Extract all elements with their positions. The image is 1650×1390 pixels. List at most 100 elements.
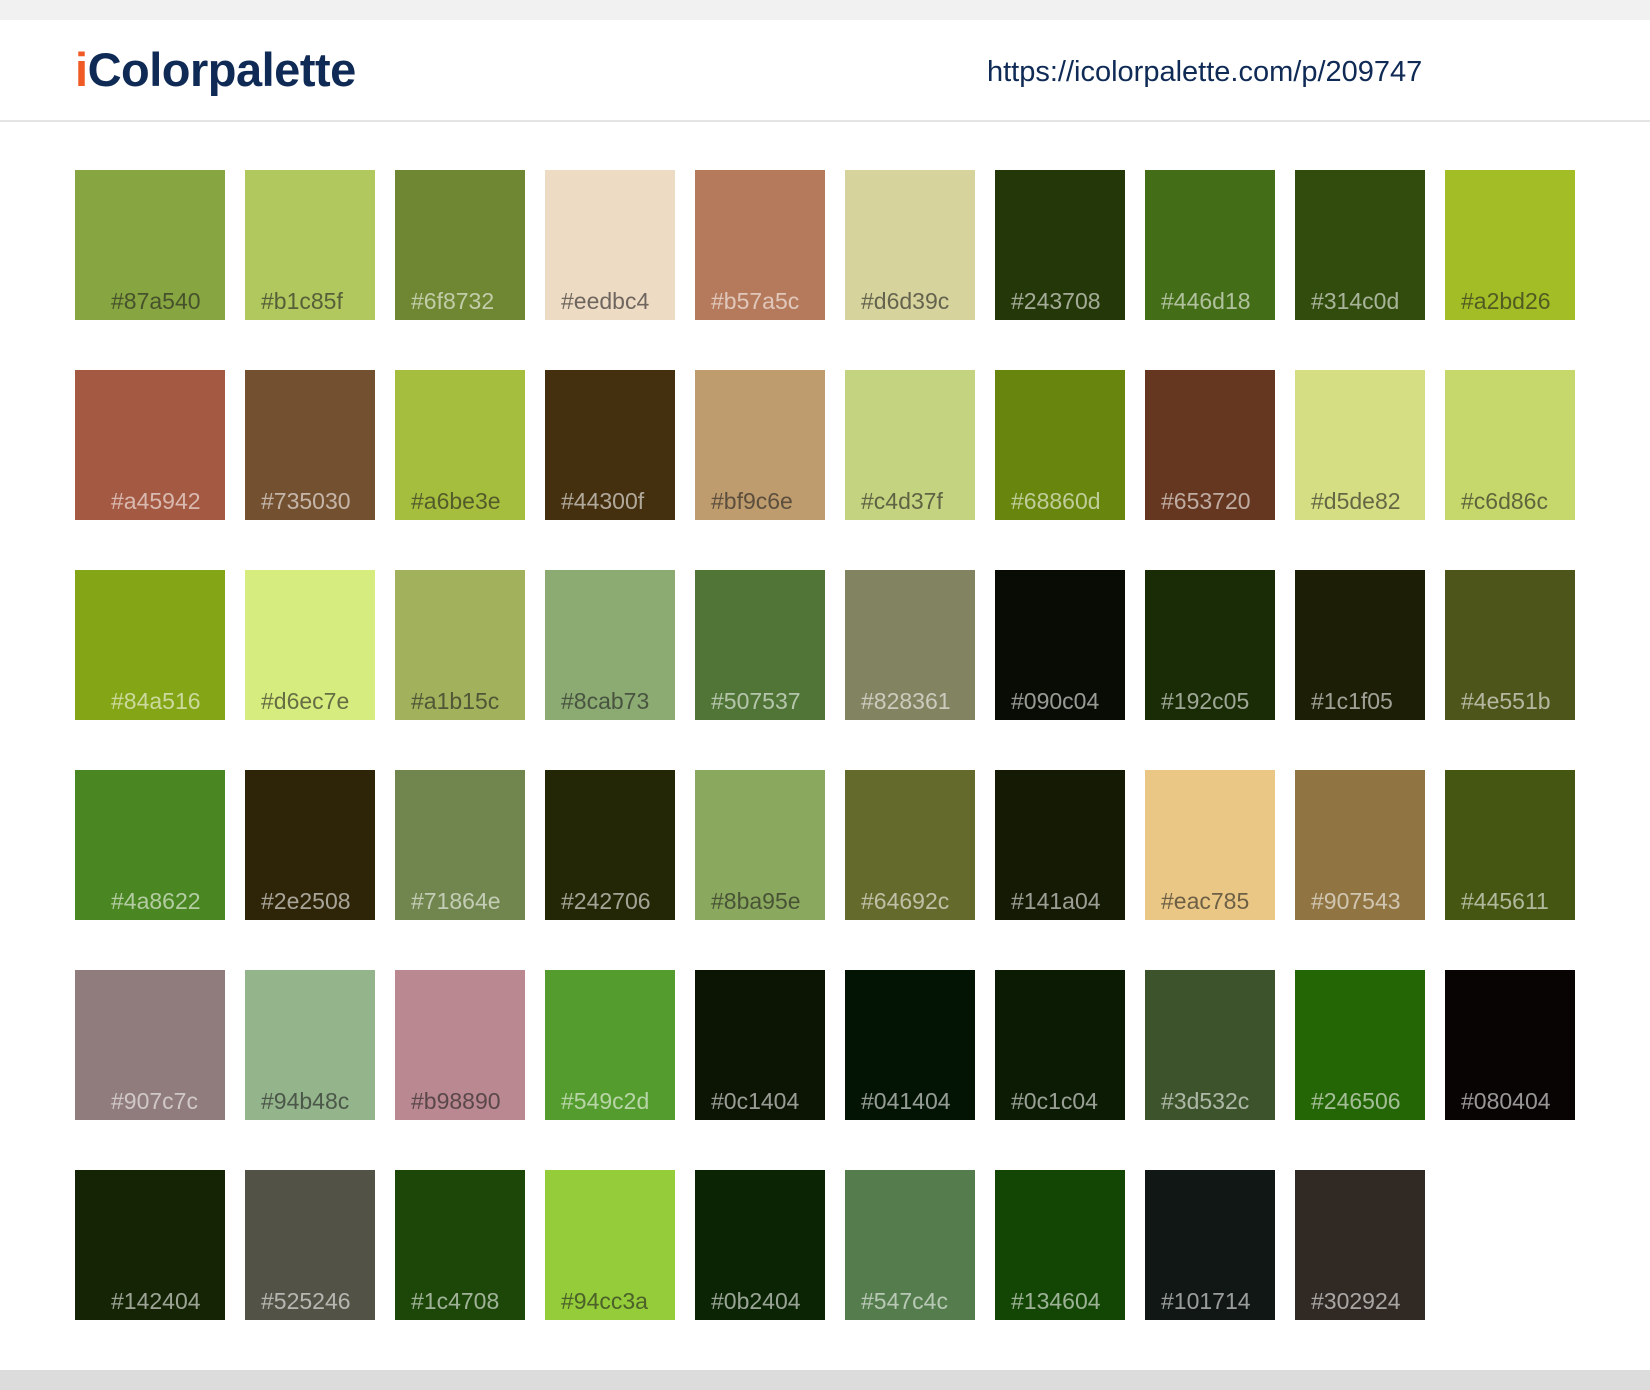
color-swatch[interactable]: #0b2404 bbox=[695, 1170, 825, 1320]
color-swatch[interactable]: #2e2508 bbox=[245, 770, 375, 920]
color-swatch[interactable]: #d6d39c bbox=[845, 170, 975, 320]
color-swatch[interactable]: #b98890 bbox=[395, 970, 525, 1120]
color-swatch[interactable]: #d5de82 bbox=[1295, 370, 1425, 520]
color-swatch[interactable]: #71864e bbox=[395, 770, 525, 920]
color-swatch[interactable]: #090c04 bbox=[995, 570, 1125, 720]
color-swatch[interactable]: #bf9c6e bbox=[695, 370, 825, 520]
color-swatch[interactable]: #6f8732 bbox=[395, 170, 525, 320]
color-swatch[interactable]: #87a540 bbox=[75, 170, 225, 320]
color-swatch[interactable]: #525246 bbox=[245, 1170, 375, 1320]
color-swatch[interactable]: #547c4c bbox=[845, 1170, 975, 1320]
swatch-hex-label: #090c04 bbox=[1011, 688, 1100, 714]
swatch-hex-label: #735030 bbox=[261, 488, 351, 514]
swatch-hex-label: #246506 bbox=[1311, 1088, 1401, 1114]
color-swatch[interactable]: #4a8622 bbox=[75, 770, 225, 920]
color-swatch[interactable]: #a1b15c bbox=[395, 570, 525, 720]
color-swatch[interactable]: #44300f bbox=[545, 370, 675, 520]
swatch-hex-label: #3d532c bbox=[1161, 1088, 1250, 1114]
color-swatch[interactable]: #d6ec7e bbox=[245, 570, 375, 720]
color-swatch[interactable]: #142404 bbox=[75, 1170, 225, 1320]
swatch-hex-label: #314c0d bbox=[1311, 288, 1400, 314]
color-swatch[interactable]: #1c1f05 bbox=[1295, 570, 1425, 720]
color-swatch[interactable]: #0c1404 bbox=[695, 970, 825, 1120]
swatch-hex-label: #94b48c bbox=[261, 1088, 350, 1114]
swatch-hex-label: #242706 bbox=[561, 888, 651, 914]
swatch-hex-label: #71864e bbox=[411, 888, 501, 914]
color-swatch[interactable]: #192c05 bbox=[1145, 570, 1275, 720]
swatch-hex-label: #828361 bbox=[861, 688, 951, 714]
color-swatch[interactable]: #64692c bbox=[845, 770, 975, 920]
color-swatch[interactable]: #b57a5c bbox=[695, 170, 825, 320]
color-swatch[interactable]: #549c2d bbox=[545, 970, 675, 1120]
swatch-hex-label: #84a516 bbox=[111, 688, 201, 714]
swatch-hex-label: #547c4c bbox=[861, 1288, 948, 1314]
swatch-hex-label: #c4d37f bbox=[861, 488, 943, 514]
color-swatch[interactable]: #0c1c04 bbox=[995, 970, 1125, 1120]
swatch-hex-label: #44300f bbox=[561, 488, 645, 514]
color-swatch[interactable]: #246506 bbox=[1295, 970, 1425, 1120]
color-swatch[interactable]: #eac785 bbox=[1145, 770, 1275, 920]
swatch-grid: #87a540 #b1c85f #6f8732 #eedbc4 #b57a5c #d6d3… bbox=[0, 20, 1650, 1370]
swatch-hex-label: #134604 bbox=[1011, 1288, 1101, 1314]
swatch-hex-label: #302924 bbox=[1311, 1288, 1401, 1314]
swatch-hex-label: #653720 bbox=[1161, 488, 1251, 514]
swatch-hex-label: #4e551b bbox=[1461, 688, 1551, 714]
swatch-hex-label: #b57a5c bbox=[711, 288, 800, 314]
color-swatch[interactable]: #653720 bbox=[1145, 370, 1275, 520]
swatch-hex-label: #1c4708 bbox=[411, 1288, 500, 1314]
swatch-hex-label: #a2bd26 bbox=[1461, 288, 1551, 314]
swatch-hex-label: #d5de82 bbox=[1311, 488, 1401, 514]
color-swatch[interactable]: #302924 bbox=[1295, 1170, 1425, 1320]
color-swatch[interactable]: #041404 bbox=[845, 970, 975, 1120]
swatch-hex-label: #0b2404 bbox=[711, 1288, 801, 1314]
color-swatch[interactable]: #b1c85f bbox=[245, 170, 375, 320]
swatch-hex-label: #8cab73 bbox=[561, 688, 650, 714]
color-swatch[interactable]: #94b48c bbox=[245, 970, 375, 1120]
swatch-hex-label: #446d18 bbox=[1161, 288, 1251, 314]
color-swatch[interactable]: #141a04 bbox=[995, 770, 1125, 920]
swatch-hex-label: #142404 bbox=[111, 1288, 201, 1314]
palette-card: iColorpalette https://icolorpalette.com/… bbox=[0, 20, 1650, 1370]
swatch-hex-label: #b98890 bbox=[411, 1088, 501, 1114]
swatch-hex-label: #525246 bbox=[261, 1288, 351, 1314]
color-swatch[interactable]: #907543 bbox=[1295, 770, 1425, 920]
color-swatch[interactable]: #735030 bbox=[245, 370, 375, 520]
color-swatch[interactable]: #c4d37f bbox=[845, 370, 975, 520]
color-swatch[interactable]: #101714 bbox=[1145, 1170, 1275, 1320]
color-swatch[interactable]: #314c0d bbox=[1295, 170, 1425, 320]
color-swatch[interactable]: #907c7c bbox=[75, 970, 225, 1120]
swatch-hex-label: #d6d39c bbox=[861, 288, 950, 314]
swatch-hex-label: #8ba95e bbox=[711, 888, 801, 914]
color-swatch[interactable]: #080404 bbox=[1445, 970, 1575, 1120]
color-swatch[interactable]: #a2bd26 bbox=[1445, 170, 1575, 320]
color-swatch[interactable]: #8ba95e bbox=[695, 770, 825, 920]
color-swatch[interactable]: #eedbc4 bbox=[545, 170, 675, 320]
color-swatch[interactable]: #242706 bbox=[545, 770, 675, 920]
color-swatch[interactable]: #3d532c bbox=[1145, 970, 1275, 1120]
color-swatch[interactable]: #a45942 bbox=[75, 370, 225, 520]
color-swatch[interactable]: #828361 bbox=[845, 570, 975, 720]
color-swatch[interactable]: #1c4708 bbox=[395, 1170, 525, 1320]
color-swatch[interactable]: #68860d bbox=[995, 370, 1125, 520]
color-swatch[interactable]: #243708 bbox=[995, 170, 1125, 320]
color-swatch[interactable]: #94cc3a bbox=[545, 1170, 675, 1320]
swatch-hex-label: #1c1f05 bbox=[1311, 688, 1393, 714]
color-swatch[interactable]: #84a516 bbox=[75, 570, 225, 720]
color-swatch[interactable]: #a6be3e bbox=[395, 370, 525, 520]
swatch-hex-label: #64692c bbox=[861, 888, 950, 914]
color-swatch[interactable]: #507537 bbox=[695, 570, 825, 720]
swatch-hex-label: #243708 bbox=[1011, 288, 1101, 314]
top-band bbox=[0, 0, 1650, 20]
color-swatch[interactable]: #446d18 bbox=[1145, 170, 1275, 320]
color-swatch[interactable]: #134604 bbox=[995, 1170, 1125, 1320]
color-swatch[interactable]: #8cab73 bbox=[545, 570, 675, 720]
swatch-hex-label: #192c05 bbox=[1161, 688, 1250, 714]
swatch-hex-label: #0c1c04 bbox=[1011, 1088, 1098, 1114]
swatch-hex-label: #a1b15c bbox=[411, 688, 500, 714]
color-swatch[interactable]: #445611 bbox=[1445, 770, 1575, 920]
color-swatch[interactable]: #c6d86c bbox=[1445, 370, 1575, 520]
swatch-hex-label: #101714 bbox=[1161, 1288, 1251, 1314]
color-swatch[interactable]: #4e551b bbox=[1445, 570, 1575, 720]
swatch-hex-label: #d6ec7e bbox=[261, 688, 350, 714]
swatch-hex-label: #041404 bbox=[861, 1088, 951, 1114]
